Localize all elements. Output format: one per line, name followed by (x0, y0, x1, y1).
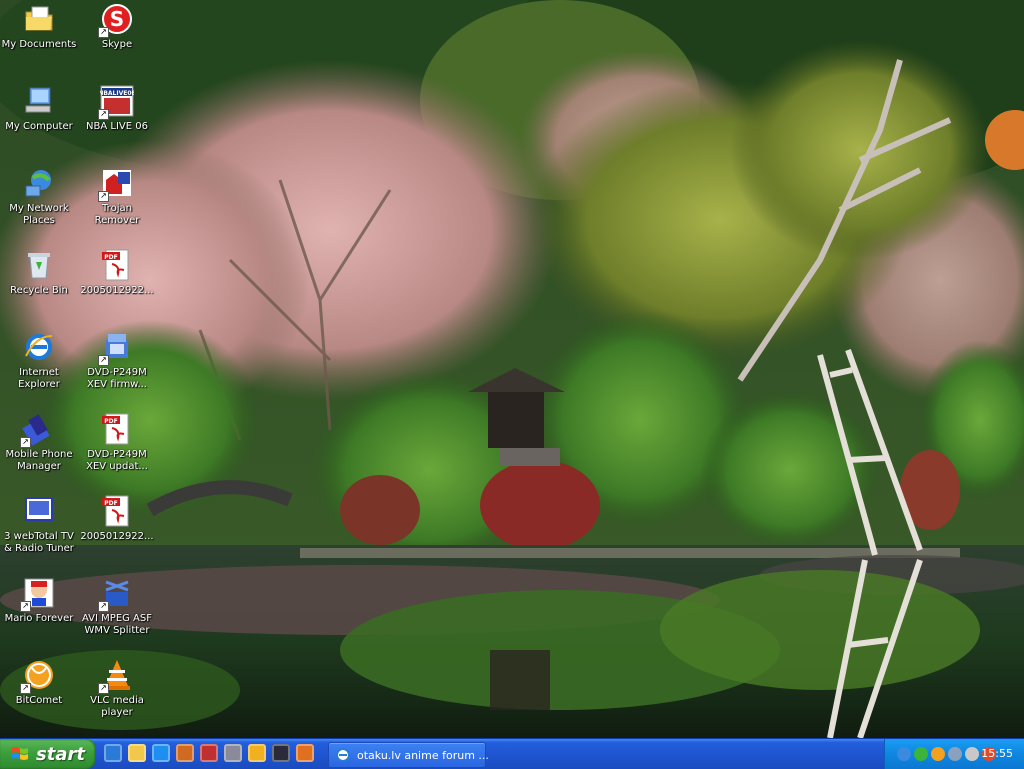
desktop-icon-label: Skype (101, 39, 133, 50)
shortcut-arrow-icon: ↗ (98, 683, 109, 694)
desktop-icon-label: My Network Places (9, 203, 69, 226)
taskbar: start otaku.lv anime forum ... 15:55 (0, 738, 1024, 769)
desktop-icon-label: VLC media player (90, 695, 144, 718)
desktop-icon-internet-explorer[interactable]: Internet Explorer (0, 328, 78, 408)
shortcut-arrow-icon: ↗ (98, 27, 109, 38)
desktop-icon-label: NBA LIVE 06 (86, 121, 148, 132)
internet-explorer-icon (22, 330, 56, 364)
windows-flag-icon (10, 744, 30, 764)
desktop-icon-label: My Computer (5, 121, 73, 132)
network-places-icon (22, 166, 56, 200)
desktop-icon-trojan-remover[interactable]: ↗ Trojan Remover (78, 164, 156, 244)
desktop-icon-label: 2005012922... (80, 531, 154, 542)
desktop-icon-pdf[interactable]: PDF DVD-P249M XEV updat... (78, 410, 156, 490)
task-button-otaku[interactable]: otaku.lv anime forum ... (328, 742, 489, 768)
skype-icon: S ↗ (98, 2, 134, 38)
desktop-icon-pdf[interactable]: PDF 2005012922... (78, 492, 156, 572)
folder-documents-icon (22, 2, 56, 36)
mario-icon: ↗ (20, 576, 56, 612)
quick-launch-bar (104, 744, 314, 762)
firmware-icon: ↗ (98, 330, 134, 366)
ie2-quicklaunch-icon[interactable] (152, 744, 170, 762)
trojan-remover-icon: ↗ (98, 166, 134, 202)
start-button[interactable]: start (0, 739, 96, 769)
desktop-icon-label: DVD-P249M XEV updat... (86, 449, 148, 472)
tray-orange-icon[interactable] (931, 747, 945, 761)
tray-volume-icon[interactable] (965, 747, 979, 761)
desktop-icon-recycle-bin[interactable]: Recycle Bin (0, 246, 78, 326)
desktop-icon-label: DVD-P249M XEV firmw... (87, 367, 147, 390)
desktop-icon-label: My Documents (1, 39, 77, 50)
desktop-icon-network-places[interactable]: My Network Places (0, 164, 78, 244)
shortcut-arrow-icon: ↗ (20, 601, 31, 612)
system-tray: 15:55 (884, 739, 1024, 769)
game-quicklaunch-icon[interactable] (176, 744, 194, 762)
desktop-icon-label: Internet Explorer (18, 367, 60, 390)
desktop-icon-label: Recycle Bin (10, 285, 68, 296)
desktop-icon-pdf[interactable]: PDF 2005012922... (78, 246, 156, 326)
shortcut-arrow-icon: ↗ (98, 191, 109, 202)
mobile-phone-icon: ↗ (20, 412, 56, 448)
ie-icon (335, 747, 351, 763)
splitter-icon: ↗ (98, 576, 134, 612)
start-label: start (36, 743, 85, 765)
tray-arrow-icon[interactable] (897, 747, 911, 761)
disc-quicklaunch-icon[interactable] (224, 744, 242, 762)
pdf-icon: PDF (100, 412, 134, 446)
task-label: otaku.lv anime forum ... (357, 748, 489, 762)
desktop-icon-bitcomet[interactable]: ↗ BitComet (0, 656, 78, 736)
desktop-icon-label: Mobile Phone Manager (5, 449, 73, 472)
desktop-icon-mobile-phone[interactable]: ↗ Mobile Phone Manager (0, 410, 78, 490)
desktop-icon-label: 3 webTotal TV & Radio Tuner (4, 531, 74, 554)
desktop-icon-firmware[interactable]: ↗ DVD-P249M XEV firmw... (78, 328, 156, 408)
desktop-icon-skype[interactable]: S ↗ Skype (78, 0, 156, 80)
nba-live-icon-text: NBALIVE06 (100, 90, 134, 97)
vlc-icon: ↗ (98, 658, 134, 694)
pdf-icon: PDF (100, 248, 134, 282)
desktop[interactable]: My Documents S ↗ Skype My Computer NBALIVE06 ↗… (0, 0, 1024, 738)
shortcut-arrow-icon: ↗ (98, 355, 109, 366)
desktop-icon-label: Trojan Remover (94, 203, 140, 226)
desktop-icon-folder-documents[interactable]: My Documents (0, 0, 78, 80)
desktop-icon-tv-tuner[interactable]: 3 webTotal TV & Radio Tuner (0, 492, 78, 572)
ie-quicklaunch-icon[interactable] (104, 744, 122, 762)
shortcut-arrow-icon: ↗ (98, 109, 109, 120)
computer-icon (22, 84, 56, 118)
pdf-icon-text: PDF (104, 500, 117, 507)
tray-network-icon[interactable] (948, 747, 962, 761)
desktop-icon-computer[interactable]: My Computer (0, 82, 78, 162)
pdf-icon: PDF (100, 494, 134, 528)
desktop-icon-label: AVI MPEG ASF WMV Splitter (81, 613, 152, 636)
desktop-icon-label: 2005012922... (80, 285, 154, 296)
clock[interactable]: 15:55 (981, 747, 1013, 760)
shortcut-arrow-icon: ↗ (20, 437, 31, 448)
pdf-icon-text: PDF (104, 418, 117, 425)
tool-quicklaunch-icon[interactable] (248, 744, 266, 762)
desktop-icon-splitter[interactable]: ↗ AVI MPEG ASF WMV Splitter (78, 574, 156, 654)
desktop-icon-vlc[interactable]: ↗ VLC media player (78, 656, 156, 736)
nba-live-icon: NBALIVE06 ↗ (98, 84, 136, 120)
shortcut-arrow-icon: ↗ (20, 683, 31, 694)
bitcomet-icon: ↗ (20, 658, 56, 694)
terminal-quicklaunch-icon[interactable] (272, 744, 290, 762)
tray-check-icon[interactable] (914, 747, 928, 761)
tv-tuner-icon (22, 494, 56, 528)
svg-text:S: S (110, 7, 124, 31)
explorer-quicklaunch-icon[interactable] (128, 744, 146, 762)
desktop-icon-label: Mario Forever (4, 613, 74, 624)
recycle-bin-icon (22, 248, 56, 282)
desktop-icon-mario[interactable]: ↗ Mario Forever (0, 574, 78, 654)
desktop-icon-label: BitComet (15, 695, 63, 706)
browser-quicklaunch-icon[interactable] (296, 744, 314, 762)
pdf-icon-text: PDF (104, 254, 117, 261)
shortcut-arrow-icon: ↗ (98, 601, 109, 612)
desktop-icon-nba-live[interactable]: NBALIVE06 ↗ NBA LIVE 06 (78, 82, 156, 162)
media-quicklaunch-icon[interactable] (200, 744, 218, 762)
